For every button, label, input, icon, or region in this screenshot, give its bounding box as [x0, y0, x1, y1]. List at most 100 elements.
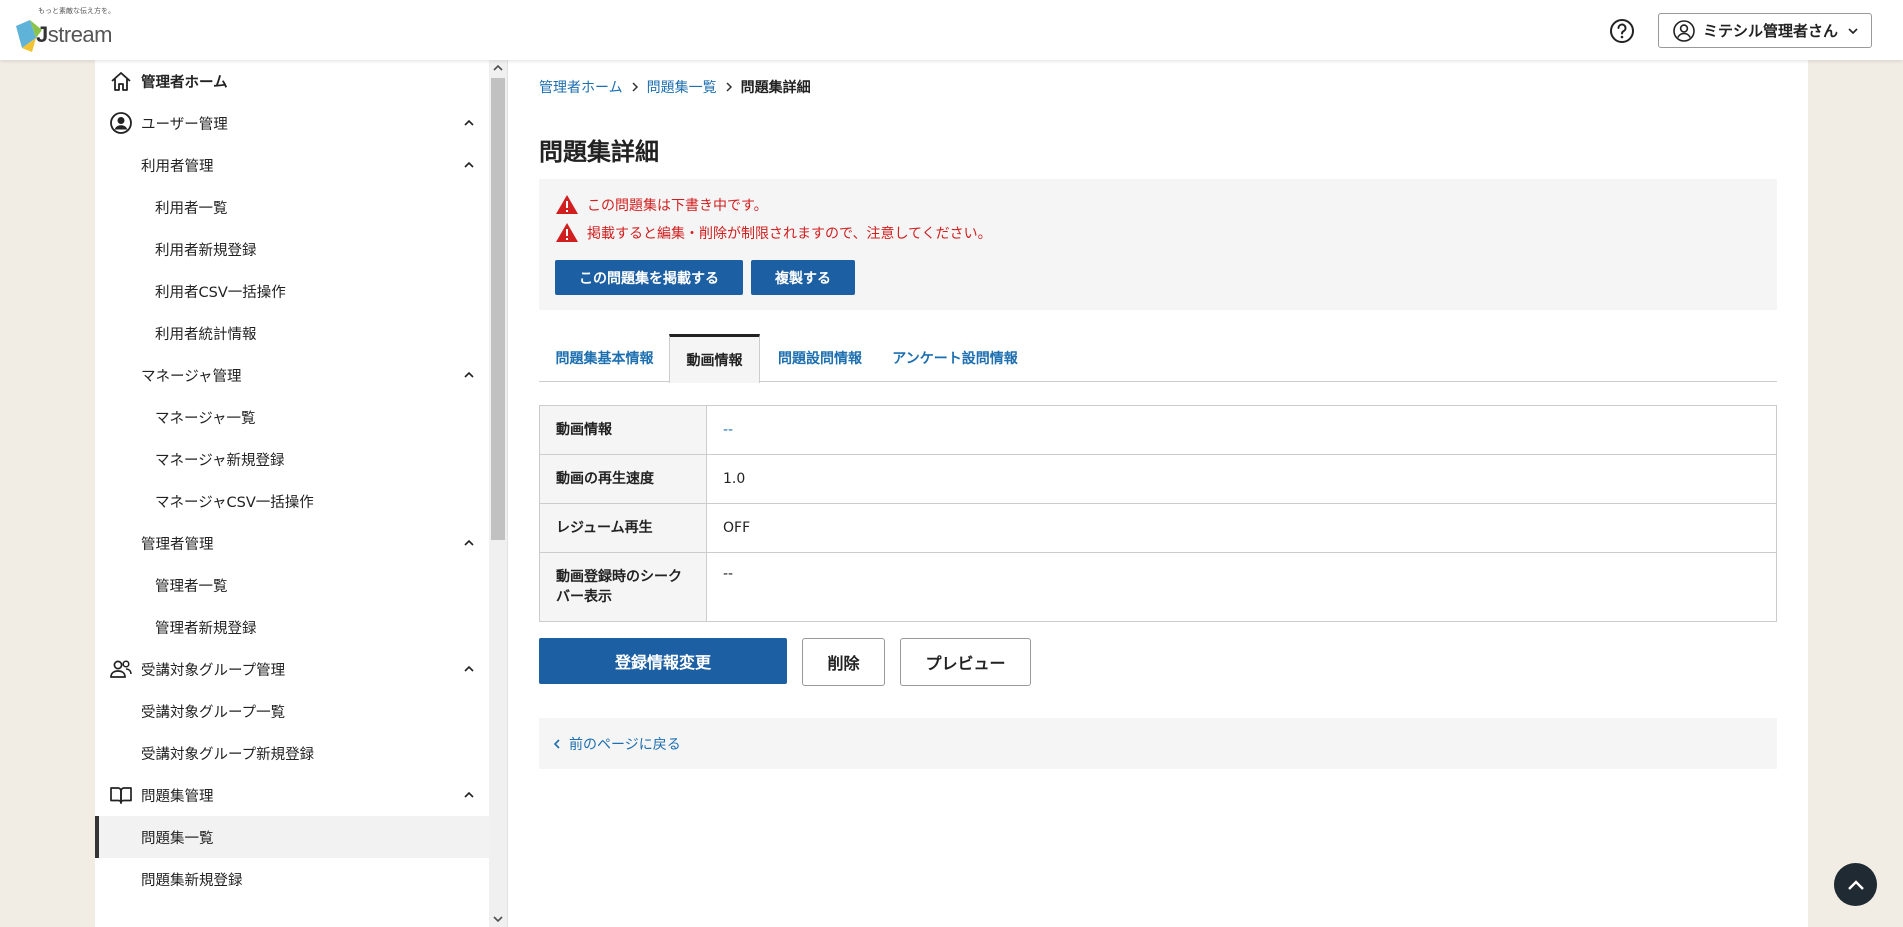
sidebar-item-label: 受講対象グループ新規登録: [141, 746, 315, 763]
sidebar-item-label: 利用者CSV一括操作: [155, 284, 286, 301]
table-value-cell: 1.0: [706, 454, 1777, 504]
chevron-left-icon: [553, 738, 560, 749]
chevron-up-icon: [464, 161, 474, 168]
logo[interactable]: もっと素敵な伝え方を。 Jstream: [14, 6, 124, 54]
chevron-down-icon: [1848, 28, 1858, 35]
help-icon[interactable]: [1609, 18, 1635, 44]
sidebar-item-label: マネージャCSV一括操作: [155, 494, 314, 511]
sidebar-item-admin-new[interactable]: 管理者新規登録: [95, 606, 489, 648]
logo-wordmark: Jstream: [36, 22, 113, 48]
chevron-up-icon: [464, 665, 474, 672]
main-content: 管理者ホーム 問題集一覧 問題集詳細 問題集詳細 この問題集は下書き中です。 掲…: [507, 60, 1808, 927]
sidebar-item-label: 受講対象グループ管理: [141, 662, 286, 679]
sidebar-item-label: マネージャ新規登録: [155, 452, 285, 469]
table-header-cell: 動画の再生速度: [539, 454, 707, 504]
tab-bar: 問題集基本情報 動画情報 問題設問情報 アンケート設問情報: [539, 334, 1777, 383]
user-name: ミテシル管理者さん: [1703, 22, 1839, 40]
sidebar-item-manager-list[interactable]: マネージャ一覧: [95, 396, 489, 438]
sidebar-item-workbook-management[interactable]: 問題集管理: [95, 774, 489, 816]
back-link-label: 前のページに戻る: [569, 736, 681, 753]
scrollbar-thumb[interactable]: [491, 78, 505, 540]
sidebar-item-label: 利用者新規登録: [155, 242, 257, 259]
chevron-right-icon: [632, 82, 638, 92]
sidebar-item-user-management[interactable]: ユーザー管理: [95, 102, 489, 144]
duplicate-button[interactable]: 複製する: [751, 260, 855, 295]
table-value-cell: --: [706, 552, 1777, 622]
sidebar-item-group-list[interactable]: 受講対象グループ一覧: [95, 690, 489, 732]
sidebar-item-member-stats[interactable]: 利用者統計情報: [95, 312, 489, 354]
sidebar-item-member-list[interactable]: 利用者一覧: [95, 186, 489, 228]
video-info-table: 動画情報 -- 動画の再生速度 1.0 レジューム再生 OFF 動画登録時のシー…: [539, 405, 1777, 622]
table-row: レジューム再生 OFF: [539, 503, 1777, 553]
sidebar-item-label: 利用者一覧: [155, 200, 228, 217]
sidebar-item-group-new[interactable]: 受講対象グループ新規登録: [95, 732, 489, 774]
table-row: 動画の再生速度 1.0: [539, 454, 1777, 504]
sidebar-item-label: マネージャ一覧: [155, 410, 256, 427]
sidebar-item-group-management[interactable]: 受講対象グループ管理: [95, 648, 489, 690]
chevron-up-icon: [464, 371, 474, 378]
edit-registration-button[interactable]: 登録情報変更: [539, 638, 787, 684]
tab-question-info[interactable]: 問題設問情報: [760, 334, 880, 382]
table-value-cell[interactable]: --: [706, 405, 1777, 455]
sidebar-item-label: 問題集一覧: [141, 830, 214, 847]
sidebar-item-label: ユーザー管理: [141, 116, 228, 133]
scroll-down-arrow-icon[interactable]: [493, 915, 503, 923]
logo-text: stream: [47, 22, 113, 47]
sidebar-item-workbook-list[interactable]: 問題集一覧: [95, 816, 489, 858]
back-to-top-button[interactable]: [1834, 863, 1877, 906]
sidebar-item-label: 受講対象グループ一覧: [141, 704, 286, 721]
logo-tagline: もっと素敵な伝え方を。: [38, 7, 115, 15]
breadcrumb-home-link[interactable]: 管理者ホーム: [539, 77, 623, 97]
chevron-up-icon: [464, 791, 474, 798]
chevron-up-icon: [1847, 879, 1864, 890]
book-icon: [110, 787, 132, 804]
sidebar-item-label: 問題集新規登録: [141, 872, 243, 889]
sidebar-item-label: 問題集管理: [141, 788, 214, 805]
scroll-up-arrow-icon[interactable]: [493, 64, 503, 72]
logo-letter: J: [36, 22, 48, 47]
alert-text: この問題集は下書き中です。: [587, 197, 768, 214]
chevron-up-icon: [464, 539, 474, 546]
breadcrumb-list-link[interactable]: 問題集一覧: [647, 77, 717, 97]
sidebar-item-manager-new[interactable]: マネージャ新規登録: [95, 438, 489, 480]
sidebar-item-label: 管理者一覧: [155, 578, 228, 595]
sidebar-item-workbook-new[interactable]: 問題集新規登録: [95, 858, 489, 900]
sidebar-item-label: マネージャ管理: [141, 368, 242, 385]
preview-button[interactable]: プレビュー: [900, 638, 1031, 686]
delete-button[interactable]: 削除: [802, 638, 885, 686]
user-menu-button[interactable]: ミテシル管理者さん: [1658, 13, 1872, 48]
sidebar-item-member-management[interactable]: 利用者管理: [95, 144, 489, 186]
sidebar-item-admin-home[interactable]: 管理者ホーム: [95, 60, 489, 102]
sidebar-item-label: 利用者統計情報: [155, 326, 257, 343]
chevron-up-icon: [464, 119, 474, 126]
sidebar-item-manager-csv[interactable]: マネージャCSV一括操作: [95, 480, 489, 522]
publish-button[interactable]: この問題集を掲載する: [555, 260, 743, 295]
user-circle-icon: [110, 112, 132, 134]
tab-video-info[interactable]: 動画情報: [669, 334, 760, 383]
alert-line: この問題集は下書き中です。: [555, 194, 768, 215]
alert-text: 掲載すると編集・削除が制限されますので、注意してください。: [587, 225, 992, 242]
sidebar-item-label: 管理者ホーム: [141, 74, 228, 91]
header: もっと素敵な伝え方を。 Jstream ミテシル管理者さん: [0, 0, 1903, 60]
table-header-cell: 動画登録時のシークバー表示: [539, 552, 707, 622]
sidebar: 管理者ホーム ユーザー管理 利用者管理 利用者一覧 利用者新規登録 利用者CSV…: [95, 60, 507, 927]
sidebar-item-label: 管理者新規登録: [155, 620, 257, 637]
page-title: 問題集詳細: [539, 138, 659, 166]
sidebar-scrollbar[interactable]: [489, 60, 507, 927]
sidebar-item-admin-management[interactable]: 管理者管理: [95, 522, 489, 564]
sidebar-item-label: 利用者管理: [141, 158, 214, 175]
draft-alert: この問題集は下書き中です。 掲載すると編集・削除が制限されますので、注意してくだ…: [539, 179, 1777, 310]
warning-icon: [556, 223, 578, 242]
tab-basic-info[interactable]: 問題集基本情報: [539, 334, 670, 382]
sidebar-item-admin-list[interactable]: 管理者一覧: [95, 564, 489, 606]
user-group-icon: [110, 660, 132, 678]
home-icon: [111, 72, 131, 91]
back-link[interactable]: 前のページに戻る: [539, 718, 1777, 769]
sidebar-item-label: 管理者管理: [141, 536, 214, 553]
sidebar-item-member-csv[interactable]: 利用者CSV一括操作: [95, 270, 489, 312]
sidebar-item-manager-management[interactable]: マネージャ管理: [95, 354, 489, 396]
table-header-cell: レジューム再生: [539, 503, 707, 553]
tab-survey-info[interactable]: アンケート設問情報: [880, 334, 1030, 382]
warning-icon: [556, 195, 578, 214]
sidebar-item-member-new[interactable]: 利用者新規登録: [95, 228, 489, 270]
